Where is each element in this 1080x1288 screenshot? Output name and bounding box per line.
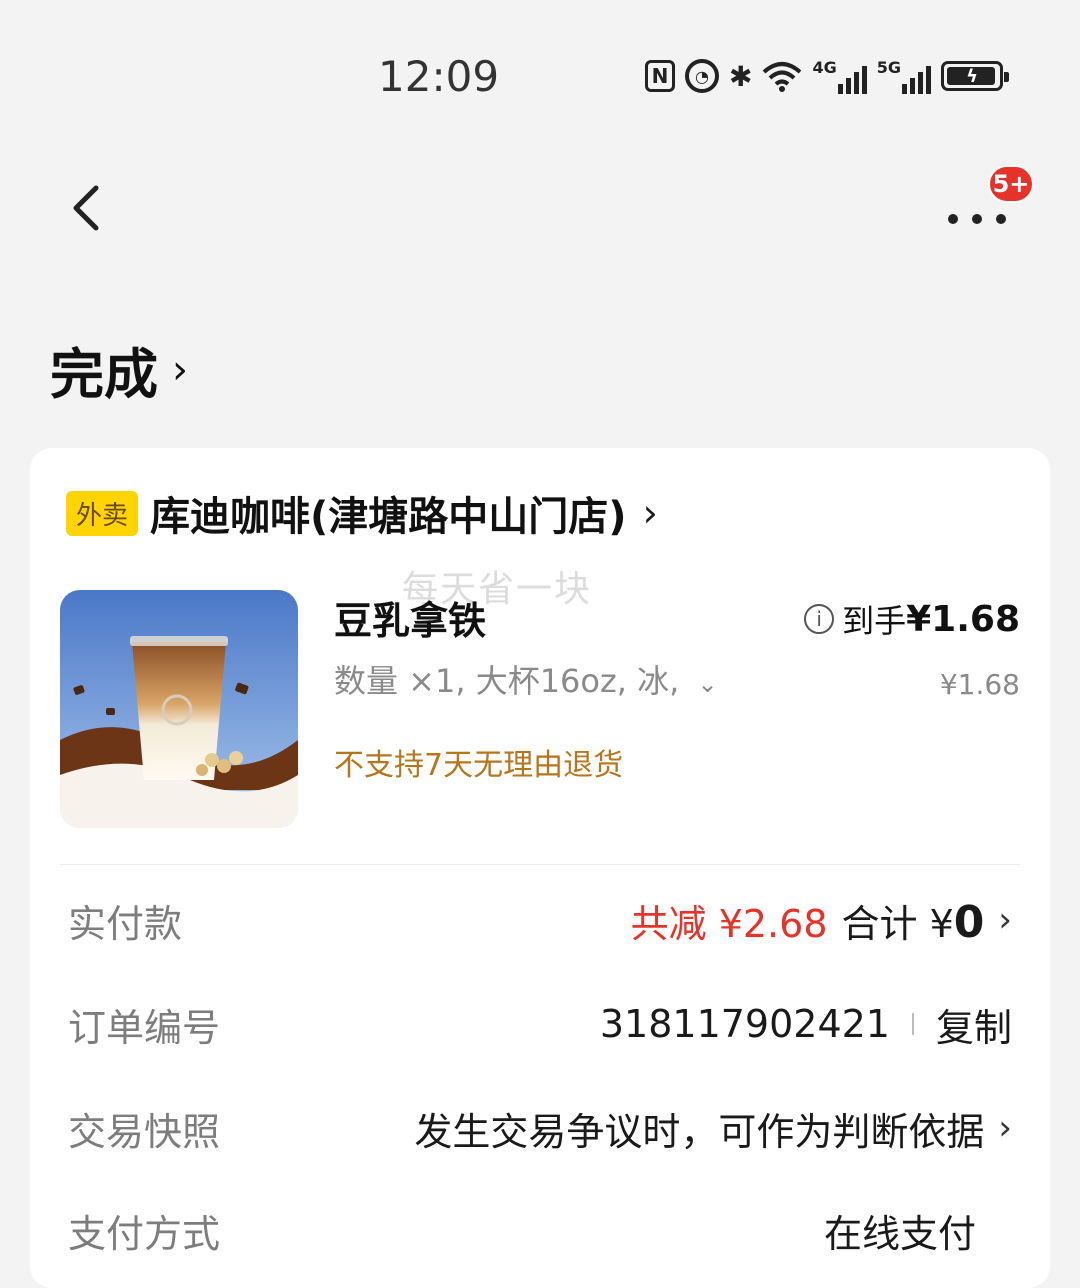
row-label: 支付方式 <box>68 1211 221 1256</box>
order-total-value: 0 <box>953 896 985 948</box>
order-total-label: 合计 ¥ <box>841 901 954 946</box>
final-price: i 到手 ¥1.68 <box>804 596 1020 642</box>
row-label: 实付款 <box>68 901 183 946</box>
back-icon[interactable] <box>66 182 106 234</box>
product-name[interactable]: 豆乳拿铁 <box>334 590 486 645</box>
snapshot-desc: 发生交易争议时，可作为判断依据 <box>414 1109 985 1154</box>
order-status-title[interactable]: 完成 › <box>50 330 188 409</box>
payment-method-row: 支付方式 在线支付 <box>68 1200 1012 1260</box>
store-name: 库迪咖啡(津塘路中山门店) <box>150 494 627 540</box>
row-label: 交易快照 <box>68 1109 221 1154</box>
net-label-4g: 4G <box>812 58 837 77</box>
status-time: 12:09 <box>378 52 500 101</box>
more-icon[interactable] <box>944 202 1014 242</box>
original-price: ¥1.68 <box>939 668 1020 701</box>
chevron-right-icon: › <box>998 900 1012 940</box>
alarm-icon: ◔ <box>685 59 719 93</box>
order-card: 外卖 库迪咖啡(津塘路中山门店) › 每天省一块 豆乳拿铁 数量 ×1, 大杯1… <box>30 448 1050 1288</box>
return-policy-notice: 不支持7天无理由退货 <box>334 748 624 783</box>
wifi-icon <box>763 62 802 92</box>
chevron-down-icon: ⌄ <box>697 670 718 698</box>
page-title: 完成 <box>50 343 158 406</box>
nfc-icon: N <box>645 60 675 92</box>
store-link[interactable]: 外卖 库迪咖啡(津塘路中山门店) › <box>66 484 658 542</box>
signal-5g-icon: 5G <box>877 58 931 94</box>
bluetooth-icon: ✱ <box>729 59 753 93</box>
chevron-right-icon: › <box>172 346 188 393</box>
status-icons: N ◔ ✱ 4G 5G ϟ <box>645 58 1009 94</box>
delivery-tag: 外卖 <box>66 490 139 536</box>
battery-icon: ϟ <box>941 61 1009 91</box>
order-total: 合计 ¥0 <box>842 893 985 948</box>
product-spec[interactable]: 数量 ×1, 大杯16oz, 冰, ⌄ <box>334 656 718 702</box>
order-number: 318117902421 <box>599 1002 890 1046</box>
final-price-value: ¥1.68 <box>906 598 1020 640</box>
notification-badge: 5+ <box>988 165 1034 203</box>
product-spec-text: 数量 ×1, 大杯16oz, 冰, <box>334 662 680 700</box>
product-image[interactable] <box>60 590 298 828</box>
separator <box>911 1013 914 1035</box>
net-label-5g: 5G <box>876 58 901 77</box>
row-label: 订单编号 <box>68 1005 221 1050</box>
chevron-right-icon: › <box>642 491 658 535</box>
transaction-snapshot-row[interactable]: 交易快照 发生交易争议时，可作为判断依据 › <box>68 1098 1012 1158</box>
paid-amount-row[interactable]: 实付款 共减 ¥2.68 合计 ¥0 › <box>68 890 1012 950</box>
info-icon[interactable]: i <box>804 604 835 634</box>
order-number-row: 订单编号 318117902421 复制 <box>68 994 1012 1054</box>
divider <box>60 864 1020 865</box>
signal-4g-icon: 4G <box>812 58 867 94</box>
total-discount: 共减 ¥2.68 <box>630 901 828 946</box>
payment-method: 在线支付 <box>823 1211 976 1256</box>
charging-icon: ϟ <box>966 65 978 87</box>
chevron-right-icon: › <box>998 1108 1012 1148</box>
final-price-label: 到手 <box>842 602 907 640</box>
copy-button[interactable]: 复制 <box>936 997 1012 1052</box>
